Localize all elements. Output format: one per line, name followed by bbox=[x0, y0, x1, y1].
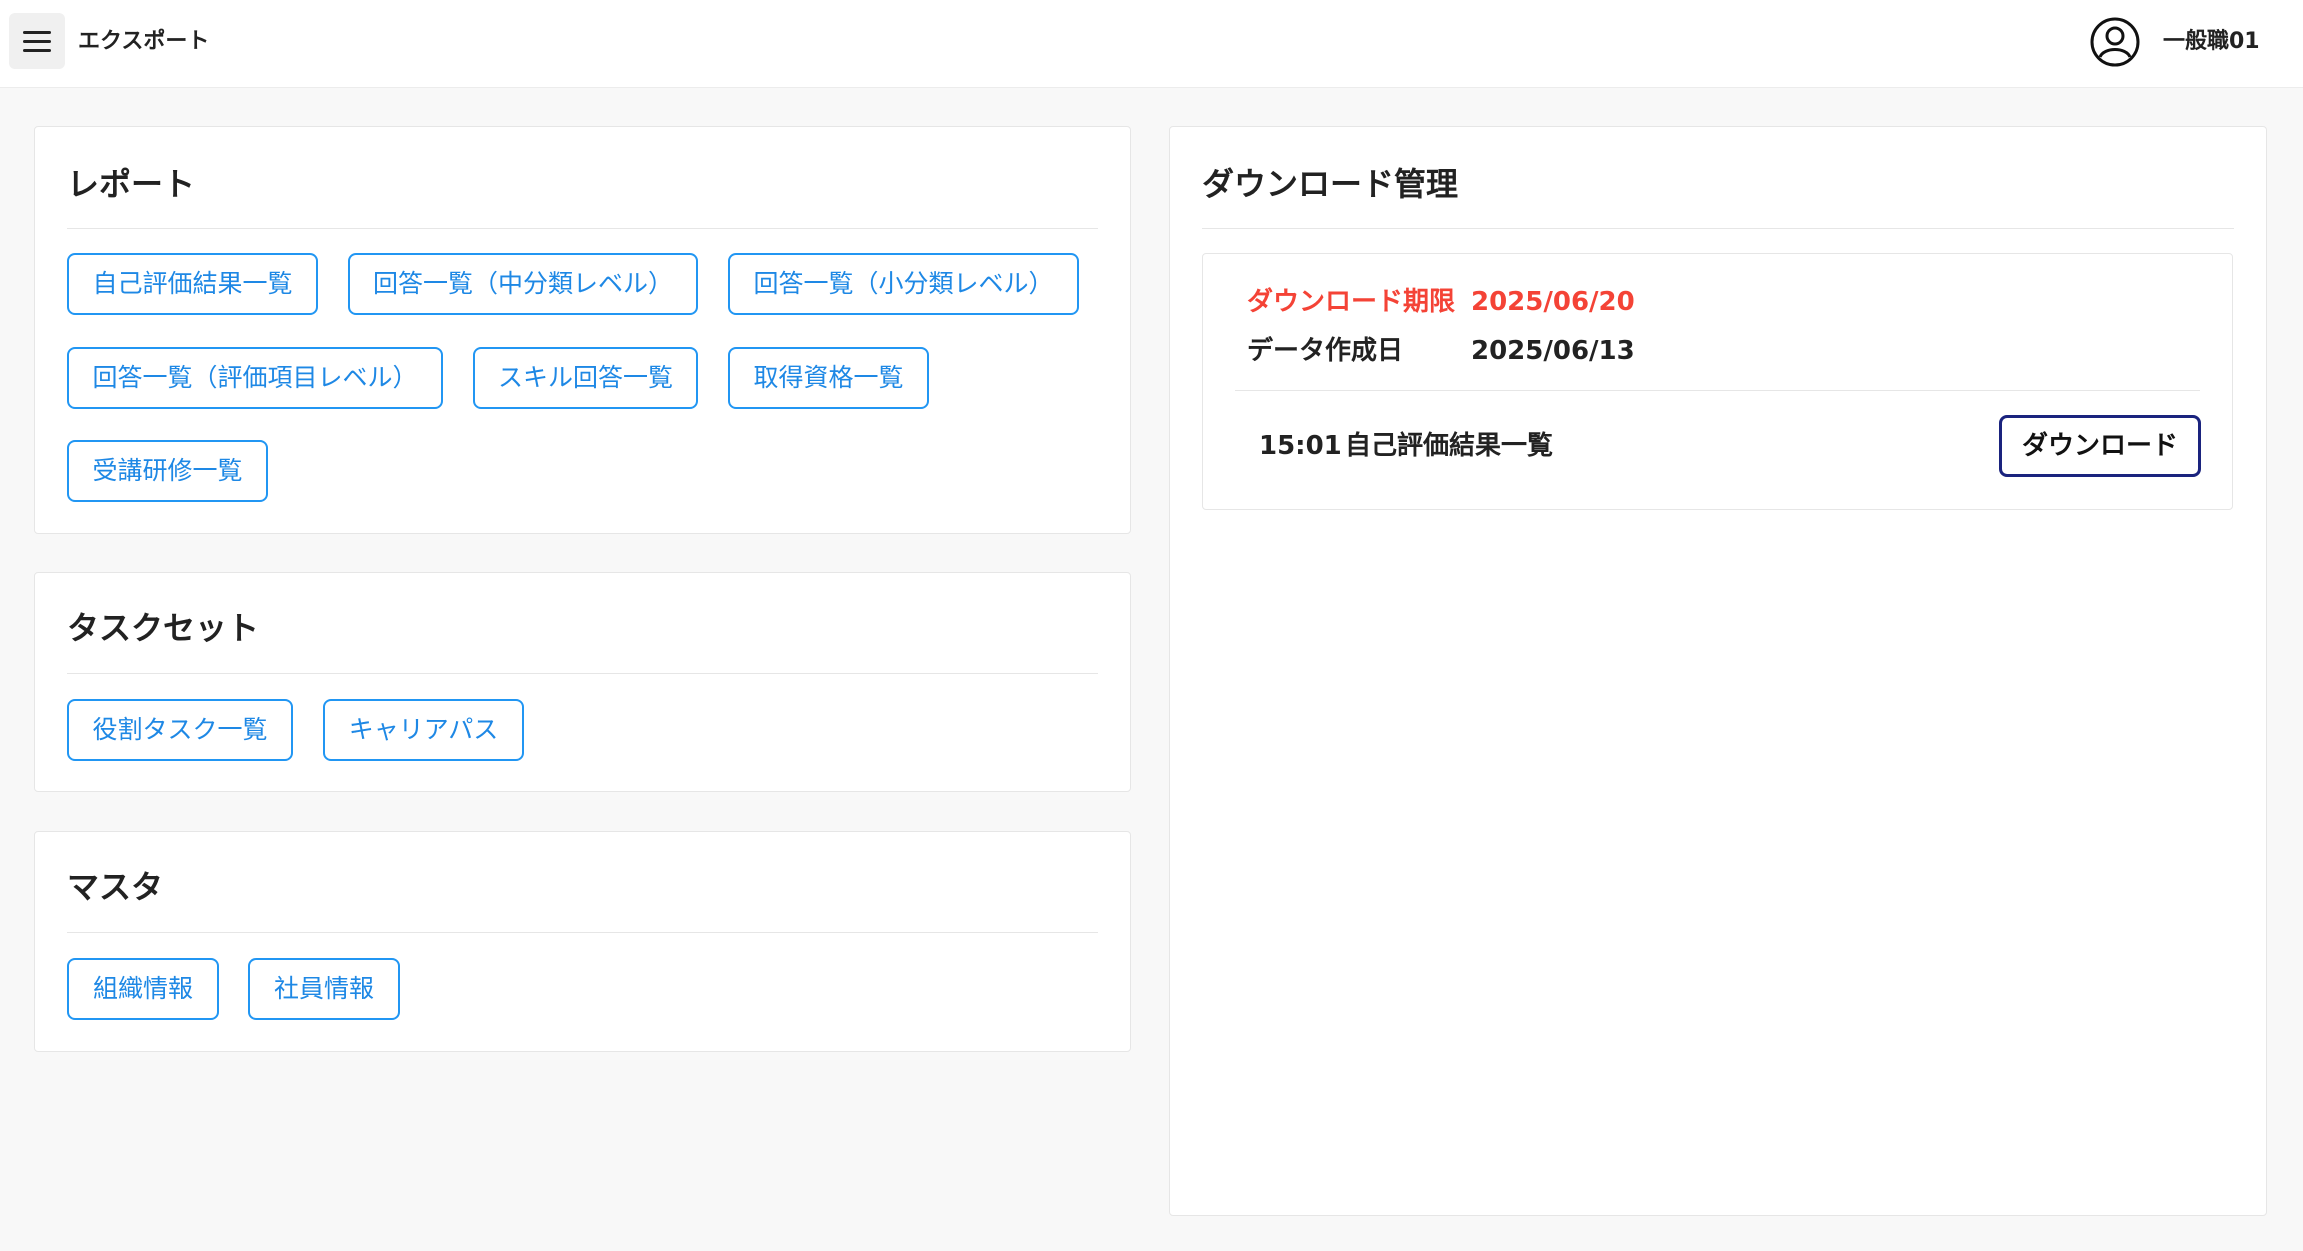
download-item-name: 自己評価結果一覧 bbox=[1345, 431, 1554, 461]
report-title: レポート bbox=[67, 165, 196, 203]
download-button[interactable]: ダウンロード bbox=[1999, 415, 2201, 477]
training-list-button[interactable]: 受講研修一覧 bbox=[67, 440, 268, 502]
taskset-card: タスクセット 役割タスク一覧 キャリアパス bbox=[34, 572, 1131, 792]
divider bbox=[1235, 390, 2200, 391]
download-deadline-value: 2025/06/20 bbox=[1471, 287, 1635, 317]
menu-line bbox=[23, 30, 51, 34]
download-management-title: ダウンロード管理 bbox=[1202, 165, 1459, 203]
master-card: マスタ 組織情報 社員情報 bbox=[34, 831, 1131, 1052]
qualification-list-button[interactable]: 取得資格一覧 bbox=[728, 347, 929, 409]
page-title: エクスポート bbox=[78, 29, 210, 54]
skill-answer-list-button[interactable]: スキル回答一覧 bbox=[473, 347, 698, 409]
career-path-button[interactable]: キャリアパス bbox=[323, 699, 524, 761]
answer-list-small-button[interactable]: 回答一覧（小分類レベル） bbox=[728, 253, 1079, 315]
report-card: レポート 自己評価結果一覧 回答一覧（中分類レベル） 回答一覧（小分類レベル） … bbox=[34, 126, 1131, 534]
hamburger-menu-icon[interactable] bbox=[9, 13, 65, 69]
divider bbox=[67, 932, 1098, 933]
organization-info-button[interactable]: 組織情報 bbox=[67, 958, 219, 1020]
answer-list-item-button[interactable]: 回答一覧（評価項目レベル） bbox=[67, 347, 443, 409]
divider bbox=[1202, 228, 2234, 229]
taskset-title: タスクセット bbox=[67, 609, 260, 647]
role-task-list-button[interactable]: 役割タスク一覧 bbox=[67, 699, 293, 761]
data-created-label: データ作成日 bbox=[1247, 336, 1404, 366]
top-app-bar: エクスポート 一般職01 bbox=[0, 0, 2303, 88]
download-item-time: 15:01 bbox=[1259, 431, 1342, 461]
master-title: マスタ bbox=[67, 868, 164, 906]
employee-info-button[interactable]: 社員情報 bbox=[248, 958, 400, 1020]
answer-list-middle-button[interactable]: 回答一覧（中分類レベル） bbox=[348, 253, 698, 315]
self-evaluation-list-button[interactable]: 自己評価結果一覧 bbox=[67, 253, 318, 315]
user-name[interactable]: 一般職01 bbox=[2163, 24, 2260, 60]
download-management-card: ダウンロード管理 ダウンロード期限 2025/06/20 データ作成日 2025… bbox=[1169, 126, 2267, 1216]
data-created-value: 2025/06/13 bbox=[1471, 336, 1635, 366]
menu-line bbox=[23, 48, 51, 52]
menu-line bbox=[23, 39, 51, 43]
divider bbox=[67, 228, 1098, 229]
download-item-box: ダウンロード期限 2025/06/20 データ作成日 2025/06/13 15… bbox=[1202, 253, 2233, 510]
user-circle-icon[interactable] bbox=[2089, 16, 2141, 68]
divider bbox=[67, 673, 1098, 674]
download-deadline-label: ダウンロード期限 bbox=[1247, 287, 1456, 317]
